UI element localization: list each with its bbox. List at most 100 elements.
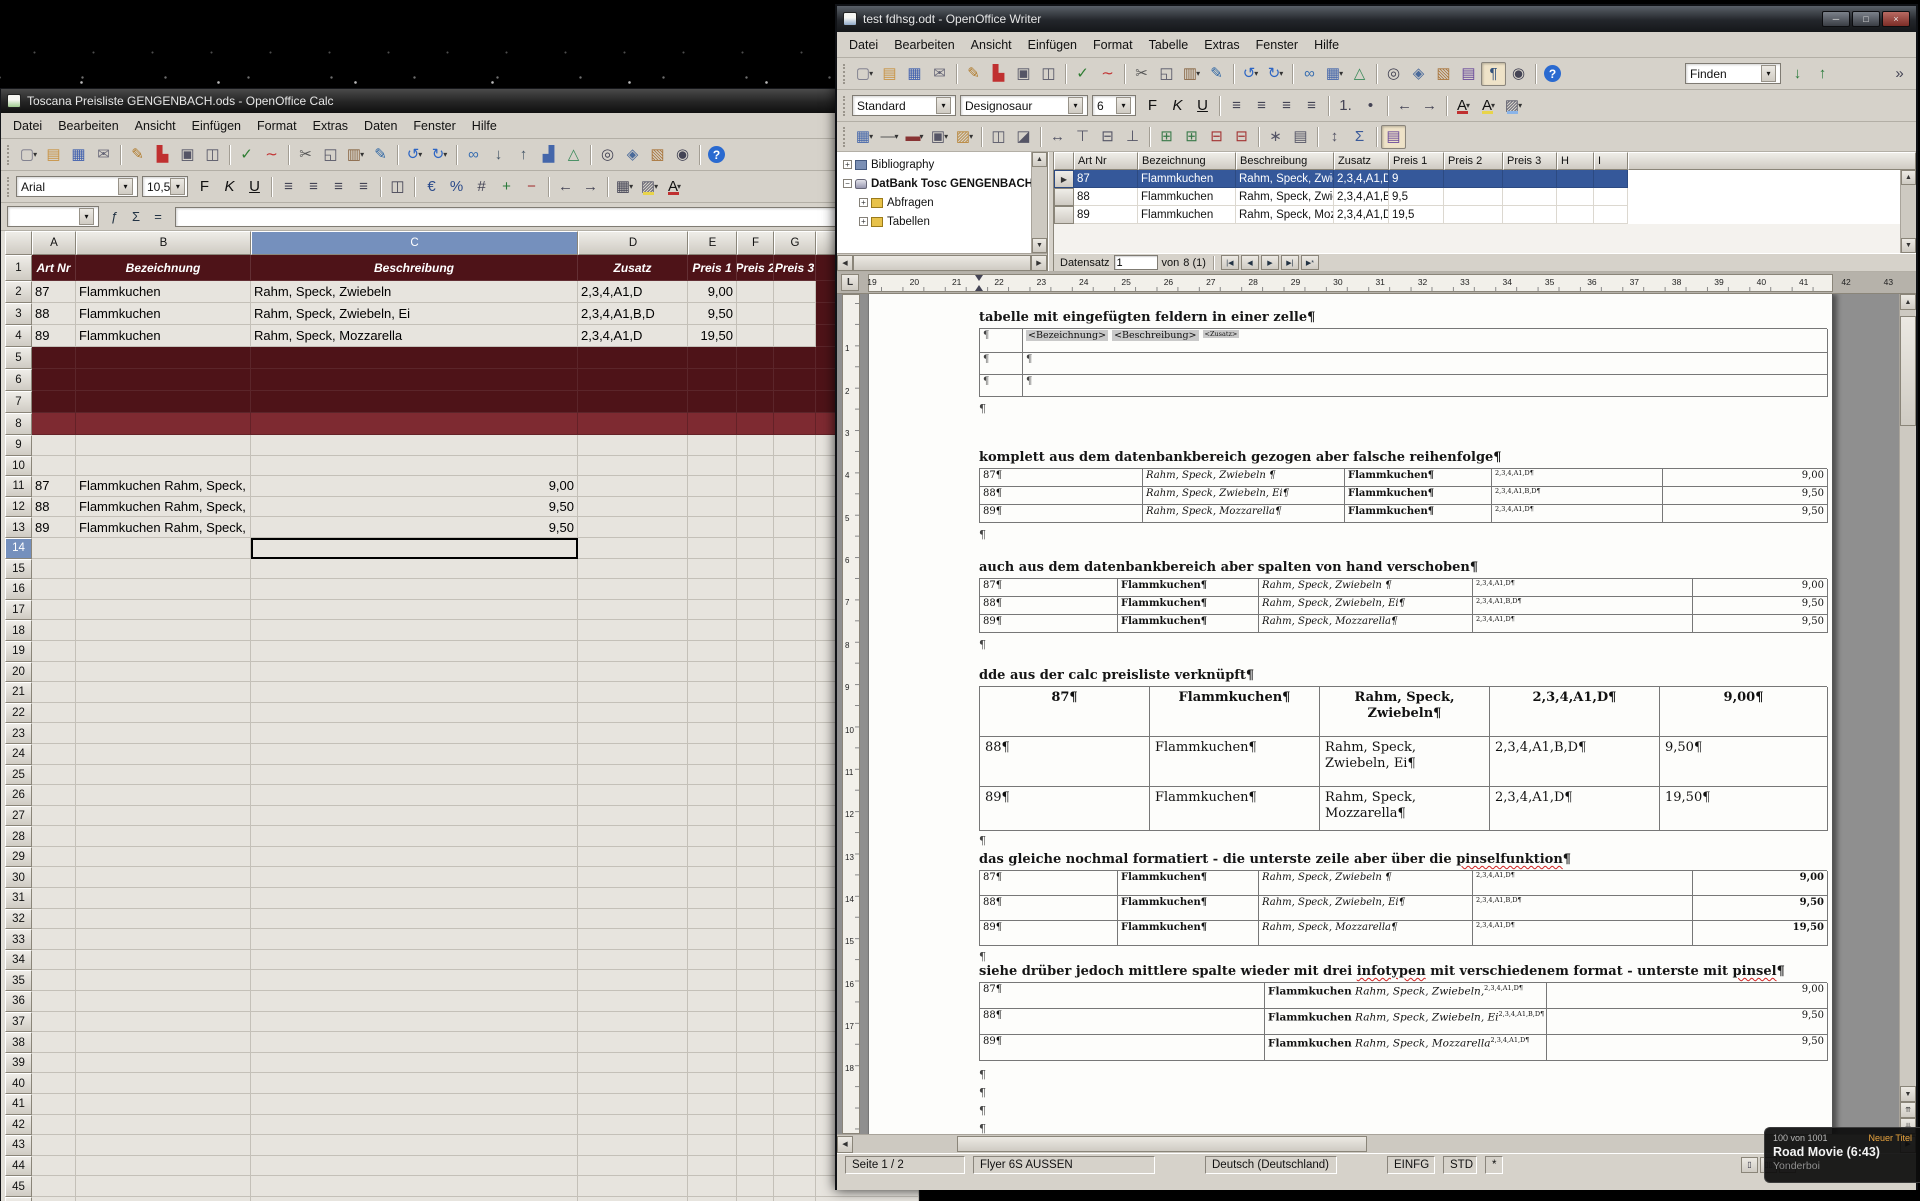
minimize-button[interactable]: ─ — [1822, 11, 1850, 27]
cell-A29[interactable] — [32, 847, 76, 868]
cell-C33[interactable] — [251, 929, 578, 950]
first-line-indent-marker[interactable] — [975, 275, 983, 281]
toolbar-grip[interactable] — [843, 64, 847, 84]
cell-C30[interactable] — [251, 867, 578, 888]
cell-A8[interactable] — [32, 413, 76, 435]
cell-G42[interactable] — [774, 1115, 816, 1136]
navigator-icon[interactable]: ◈ — [620, 143, 645, 167]
row-header-36[interactable]: 36 — [5, 991, 32, 1012]
grid-cell[interactable] — [1444, 206, 1503, 224]
grid-row-89[interactable]: 89FlammkuchenRahm, Speck, Mozzarella2,3,… — [1054, 206, 1916, 224]
cell-C28[interactable] — [251, 826, 578, 847]
spellcheck-icon[interactable]: ✓ — [1070, 62, 1095, 86]
cell-D45[interactable] — [578, 1176, 688, 1197]
row-header-46[interactable]: 46 — [5, 1197, 32, 1201]
cell-E16[interactable] — [688, 579, 737, 600]
chevron-down-icon[interactable]: ▾ — [936, 97, 951, 114]
cell-A6[interactable] — [32, 369, 76, 391]
font-color-icon[interactable]: A▾ — [662, 175, 687, 199]
tree-item-abfragen[interactable]: +Abfragen — [837, 193, 1047, 212]
cell-G24[interactable] — [774, 744, 816, 765]
cell-D19[interactable] — [578, 641, 688, 662]
cell-D2[interactable]: 2,3,4,A1,D — [578, 281, 688, 303]
cell-D16[interactable] — [578, 579, 688, 600]
cell-E7[interactable] — [688, 391, 737, 413]
cell-E9[interactable] — [688, 435, 737, 456]
cell-A14[interactable] — [32, 538, 76, 559]
cell-D1[interactable]: Zusatz — [578, 255, 688, 281]
highlighting-icon[interactable]: A▾ — [1476, 94, 1501, 118]
cell-B45[interactable] — [76, 1176, 251, 1197]
decrease-indent-icon[interactable]: ← — [553, 175, 578, 199]
cell-G11[interactable] — [774, 476, 816, 497]
bullets-icon[interactable]: • — [1358, 94, 1383, 118]
menu-item-datei[interactable]: Datei — [841, 35, 886, 55]
cell-E15[interactable] — [688, 559, 737, 580]
cell-F7[interactable] — [737, 391, 774, 413]
align-bottom-icon[interactable]: ⊥ — [1120, 125, 1145, 149]
cell-D5[interactable] — [578, 347, 688, 369]
cell-F17[interactable] — [737, 600, 774, 621]
insert-table-icon[interactable]: ▦▾ — [852, 125, 877, 149]
row-header-24[interactable]: 24 — [5, 744, 32, 765]
cell-E35[interactable] — [688, 970, 737, 991]
grid-vertical-scrollbar[interactable]: ▲ ▼ — [1900, 170, 1916, 253]
row-header-33[interactable]: 33 — [5, 929, 32, 950]
cell-F25[interactable] — [737, 765, 774, 786]
cell-G21[interactable] — [774, 682, 816, 703]
cell-C35[interactable] — [251, 970, 578, 991]
cell-D23[interactable] — [578, 723, 688, 744]
cell-D34[interactable] — [578, 950, 688, 971]
cell-A40[interactable] — [32, 1073, 76, 1094]
cell-B35[interactable] — [76, 970, 251, 991]
cell-F5[interactable] — [737, 347, 774, 369]
cell-C26[interactable] — [251, 785, 578, 806]
font-size-combo[interactable]: 10,5▾ — [142, 176, 188, 197]
cell-D24[interactable] — [578, 744, 688, 765]
cell-G17[interactable] — [774, 600, 816, 621]
cell-B2[interactable]: Flammkuchen — [76, 281, 251, 303]
grid-cell[interactable]: Flammkuchen — [1138, 206, 1236, 224]
sum-button[interactable]: Σ — [125, 207, 147, 227]
row-header-14[interactable]: 14 — [5, 538, 32, 559]
grid-cell[interactable]: 88 — [1074, 188, 1138, 206]
cell-F18[interactable] — [737, 620, 774, 641]
cell-F30[interactable] — [737, 867, 774, 888]
cell-A10[interactable] — [32, 456, 76, 477]
column-header-A[interactable]: A — [32, 231, 76, 255]
cell-A43[interactable] — [32, 1135, 76, 1156]
cell-F34[interactable] — [737, 950, 774, 971]
cell-C38[interactable] — [251, 1032, 578, 1053]
cell-F1[interactable]: Preis 2 — [737, 255, 774, 281]
cell-E5[interactable] — [688, 347, 737, 369]
cell-A37[interactable] — [32, 1012, 76, 1033]
menu-item-fenster[interactable]: Fenster — [405, 116, 463, 136]
borders-icon[interactable]: ▦▾ — [612, 175, 637, 199]
scroll-left-icon[interactable]: ◀ — [837, 1136, 853, 1153]
cell-G40[interactable] — [774, 1073, 816, 1094]
scrollbar-thumb[interactable] — [853, 255, 1031, 271]
cell-F42[interactable] — [737, 1115, 774, 1136]
cell-C34[interactable] — [251, 950, 578, 971]
cell-F33[interactable] — [737, 929, 774, 950]
cell-D38[interactable] — [578, 1032, 688, 1053]
cell-A15[interactable] — [32, 559, 76, 580]
sort-icon[interactable]: ↕ — [1322, 125, 1347, 149]
cell-B28[interactable] — [76, 826, 251, 847]
cell-A11[interactable]: 87 — [32, 476, 76, 497]
grid-row-87[interactable]: ▶87FlammkuchenRahm, Speck, Zwiebeln2,3,4… — [1054, 170, 1916, 188]
cell-B30[interactable] — [76, 867, 251, 888]
grid-cell[interactable] — [1444, 188, 1503, 206]
zoom-icon[interactable]: ◉ — [670, 143, 695, 167]
cell-D22[interactable] — [578, 703, 688, 724]
grid-column-header-h[interactable]: H — [1557, 152, 1594, 170]
cell-G3[interactable] — [774, 303, 816, 325]
cell-A23[interactable] — [32, 723, 76, 744]
cell-C43[interactable] — [251, 1135, 578, 1156]
cell-E19[interactable] — [688, 641, 737, 662]
find-next-button[interactable]: ↓ — [1785, 62, 1810, 86]
horizontal-ruler[interactable]: L 19202122232425262728293031323334353637… — [837, 272, 1916, 294]
row-header-43[interactable]: 43 — [5, 1135, 32, 1156]
cell-B19[interactable] — [76, 641, 251, 662]
grid-cell[interactable] — [1503, 170, 1557, 188]
